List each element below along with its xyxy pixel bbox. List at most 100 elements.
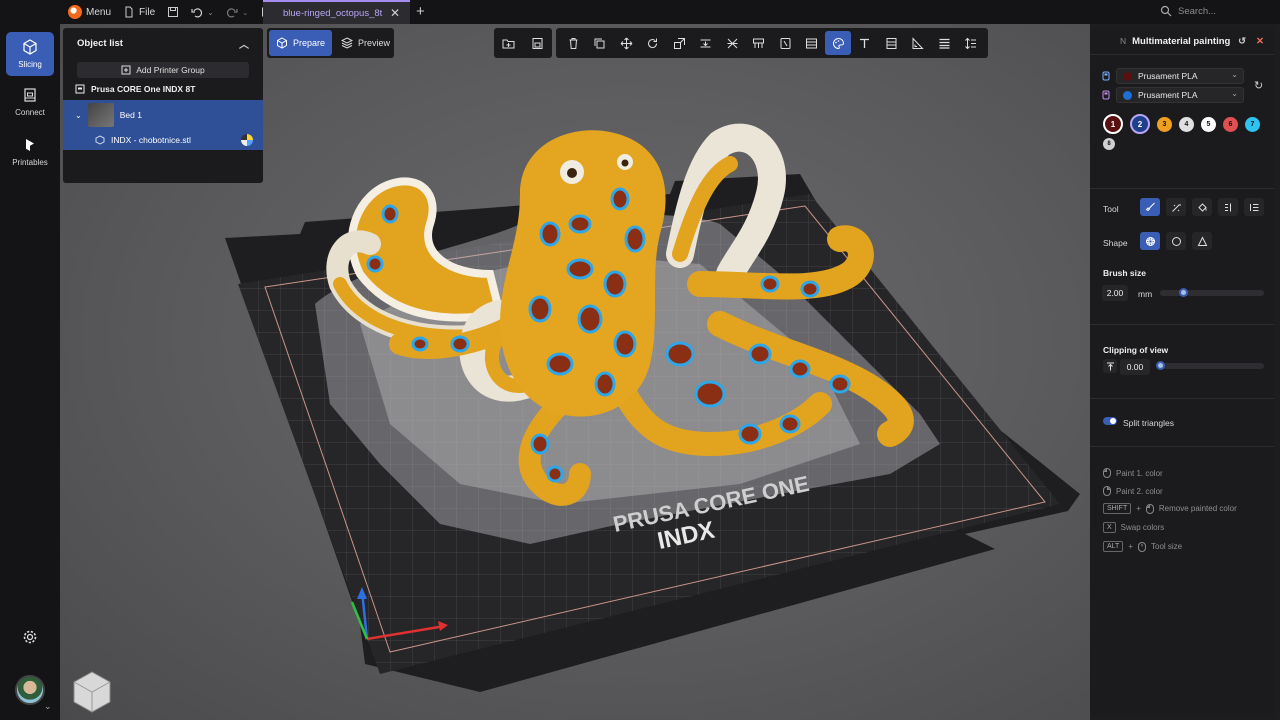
tool-height-range-button[interactable] bbox=[1218, 198, 1238, 216]
shape-triangle-button[interactable] bbox=[1192, 232, 1212, 250]
mouse-left-icon bbox=[1103, 468, 1111, 478]
swap-filaments-icon[interactable]: ↻ bbox=[1254, 79, 1263, 92]
menu-label: Menu bbox=[86, 6, 112, 18]
filament-color-swatch bbox=[1123, 71, 1132, 81]
open-folder-button[interactable] bbox=[496, 31, 522, 55]
mouse-left-icon bbox=[1145, 503, 1154, 514]
tool-bucket-fill-button[interactable] bbox=[1192, 198, 1212, 216]
bed-thumbnail bbox=[87, 103, 114, 127]
sidebar-item-connect[interactable]: Connect bbox=[6, 80, 54, 124]
bed-row[interactable]: ⌄ Bed 1 bbox=[63, 100, 263, 130]
fuzzy-skin-button[interactable] bbox=[799, 31, 825, 55]
add-printer-group-button[interactable]: Add Printer Group bbox=[77, 62, 249, 78]
rotate-button[interactable] bbox=[640, 31, 666, 55]
swatch-4[interactable]: 4 bbox=[1179, 116, 1194, 132]
swatch-5[interactable]: 5 bbox=[1201, 116, 1216, 132]
supports-button[interactable] bbox=[746, 31, 772, 55]
menu-button[interactable]: Menu bbox=[62, 0, 117, 24]
plus-sign: + bbox=[1128, 542, 1133, 551]
tool-brush-button[interactable] bbox=[1140, 198, 1160, 216]
tool-smart-fill-button[interactable] bbox=[1166, 198, 1186, 216]
close-tab-icon[interactable]: ✕ bbox=[390, 6, 400, 20]
prepare-label: Prepare bbox=[293, 38, 326, 48]
shape-sphere-button[interactable] bbox=[1140, 232, 1160, 250]
swatch-6[interactable]: 6 bbox=[1223, 116, 1238, 132]
clipping-reset-button[interactable] bbox=[1103, 359, 1117, 373]
import-button[interactable] bbox=[525, 31, 551, 55]
hint-text: Tool size bbox=[1151, 542, 1183, 551]
copy-icon bbox=[594, 38, 605, 48]
printer-group-row[interactable]: Prusa CORE One INDX 8T bbox=[63, 78, 263, 100]
move-button[interactable] bbox=[613, 31, 639, 55]
variable-layer-button[interactable] bbox=[878, 31, 904, 55]
view-cube[interactable] bbox=[73, 671, 111, 713]
split-triangles-label: Split triangles bbox=[1123, 418, 1175, 428]
slider-knob[interactable] bbox=[1179, 288, 1188, 297]
chevron-down-icon: ⌄ bbox=[1231, 89, 1238, 98]
object-list-title: Object list bbox=[77, 37, 123, 49]
filament-select-2[interactable]: Prusament PLA ⌄ bbox=[1116, 87, 1244, 103]
measure-button[interactable] bbox=[905, 31, 931, 55]
clipping-input[interactable]: 0.00 bbox=[1120, 359, 1150, 375]
file-icon bbox=[125, 6, 133, 18]
expand-chevron-icon[interactable]: ⌄ bbox=[75, 111, 82, 120]
edit-toolbar bbox=[556, 28, 988, 58]
sidebar-item-slicing[interactable]: Slicing bbox=[6, 32, 54, 76]
seam-icon bbox=[780, 37, 791, 49]
tab-preview[interactable]: Preview bbox=[334, 30, 397, 56]
swatch-8[interactable]: 8 bbox=[1103, 138, 1115, 150]
scale-button[interactable] bbox=[666, 31, 692, 55]
new-tab-icon[interactable]: + bbox=[416, 3, 425, 20]
smart-fill-icon bbox=[1171, 203, 1181, 212]
swatch-1[interactable]: 1 bbox=[1103, 114, 1123, 134]
redo-button[interactable]: ⌄ bbox=[220, 0, 255, 24]
mouse-wheel-icon bbox=[1138, 541, 1146, 552]
filament-row-2: Prusament PLA ⌄ bbox=[1102, 87, 1244, 103]
paint-status-icon[interactable] bbox=[241, 134, 253, 146]
collapse-chevron-up-icon[interactable]: ︿ bbox=[239, 36, 249, 51]
save-button[interactable] bbox=[161, 0, 185, 24]
printer-icon bbox=[24, 88, 36, 102]
settings-button[interactable] bbox=[22, 629, 38, 648]
sidebar-item-printables[interactable]: Printables bbox=[6, 130, 54, 174]
brush-size-input[interactable]: 2.00 bbox=[1102, 285, 1128, 301]
circle-icon bbox=[1171, 236, 1181, 246]
slider-knob[interactable] bbox=[1156, 361, 1165, 370]
split-triangles-toggle[interactable] bbox=[1103, 417, 1117, 425]
filament-select-1[interactable]: Prusament PLA ⌄ bbox=[1116, 68, 1244, 84]
tool-gap-fill-button[interactable] bbox=[1244, 198, 1264, 216]
delete-button[interactable] bbox=[560, 31, 586, 55]
hint-text: Paint 2. color bbox=[1116, 486, 1163, 496]
tab-project[interactable]: blue-ringed_octopus_8t ✕ bbox=[263, 0, 410, 24]
place-on-face-button[interactable] bbox=[693, 31, 719, 55]
file-menu-button[interactable]: File bbox=[117, 0, 161, 24]
swatch-3[interactable]: 3 bbox=[1157, 116, 1172, 132]
mmu-paint-button[interactable] bbox=[825, 31, 852, 55]
search-box[interactable]: Search... bbox=[1160, 5, 1216, 17]
cut-button[interactable] bbox=[719, 31, 745, 55]
text-button[interactable] bbox=[852, 31, 878, 55]
list-icon bbox=[1249, 203, 1258, 211]
swatch-7[interactable]: 7 bbox=[1245, 116, 1260, 132]
swatch-2[interactable]: 2 bbox=[1130, 114, 1150, 134]
undo-icon bbox=[191, 8, 203, 18]
gear-icon bbox=[23, 630, 37, 644]
filament-color-swatch bbox=[1123, 90, 1132, 100]
undo-button[interactable]: ⌄ bbox=[185, 0, 220, 24]
undo-chevron-icon[interactable]: ⌄ bbox=[207, 8, 214, 17]
reset-icon[interactable]: ↺ bbox=[1238, 36, 1246, 47]
clipping-slider[interactable] bbox=[1156, 361, 1264, 370]
brush-size-slider[interactable] bbox=[1160, 288, 1264, 297]
arrange-button[interactable] bbox=[931, 31, 957, 55]
tab-prepare[interactable]: Prepare bbox=[269, 30, 333, 56]
seam-button[interactable] bbox=[772, 31, 798, 55]
layer-height-button[interactable] bbox=[958, 31, 984, 55]
search-input[interactable]: Search... bbox=[1178, 6, 1216, 17]
avatar[interactable] bbox=[15, 675, 45, 705]
shape-circle-button[interactable] bbox=[1166, 232, 1186, 250]
copy-button[interactable] bbox=[587, 31, 613, 55]
account-chevron-icon[interactable]: ⌄ bbox=[44, 701, 52, 712]
redo-chevron-icon[interactable]: ⌄ bbox=[242, 8, 249, 17]
close-icon[interactable]: ✕ bbox=[1256, 36, 1264, 47]
object-row[interactable]: INDX - chobotnice.stl bbox=[63, 130, 263, 150]
